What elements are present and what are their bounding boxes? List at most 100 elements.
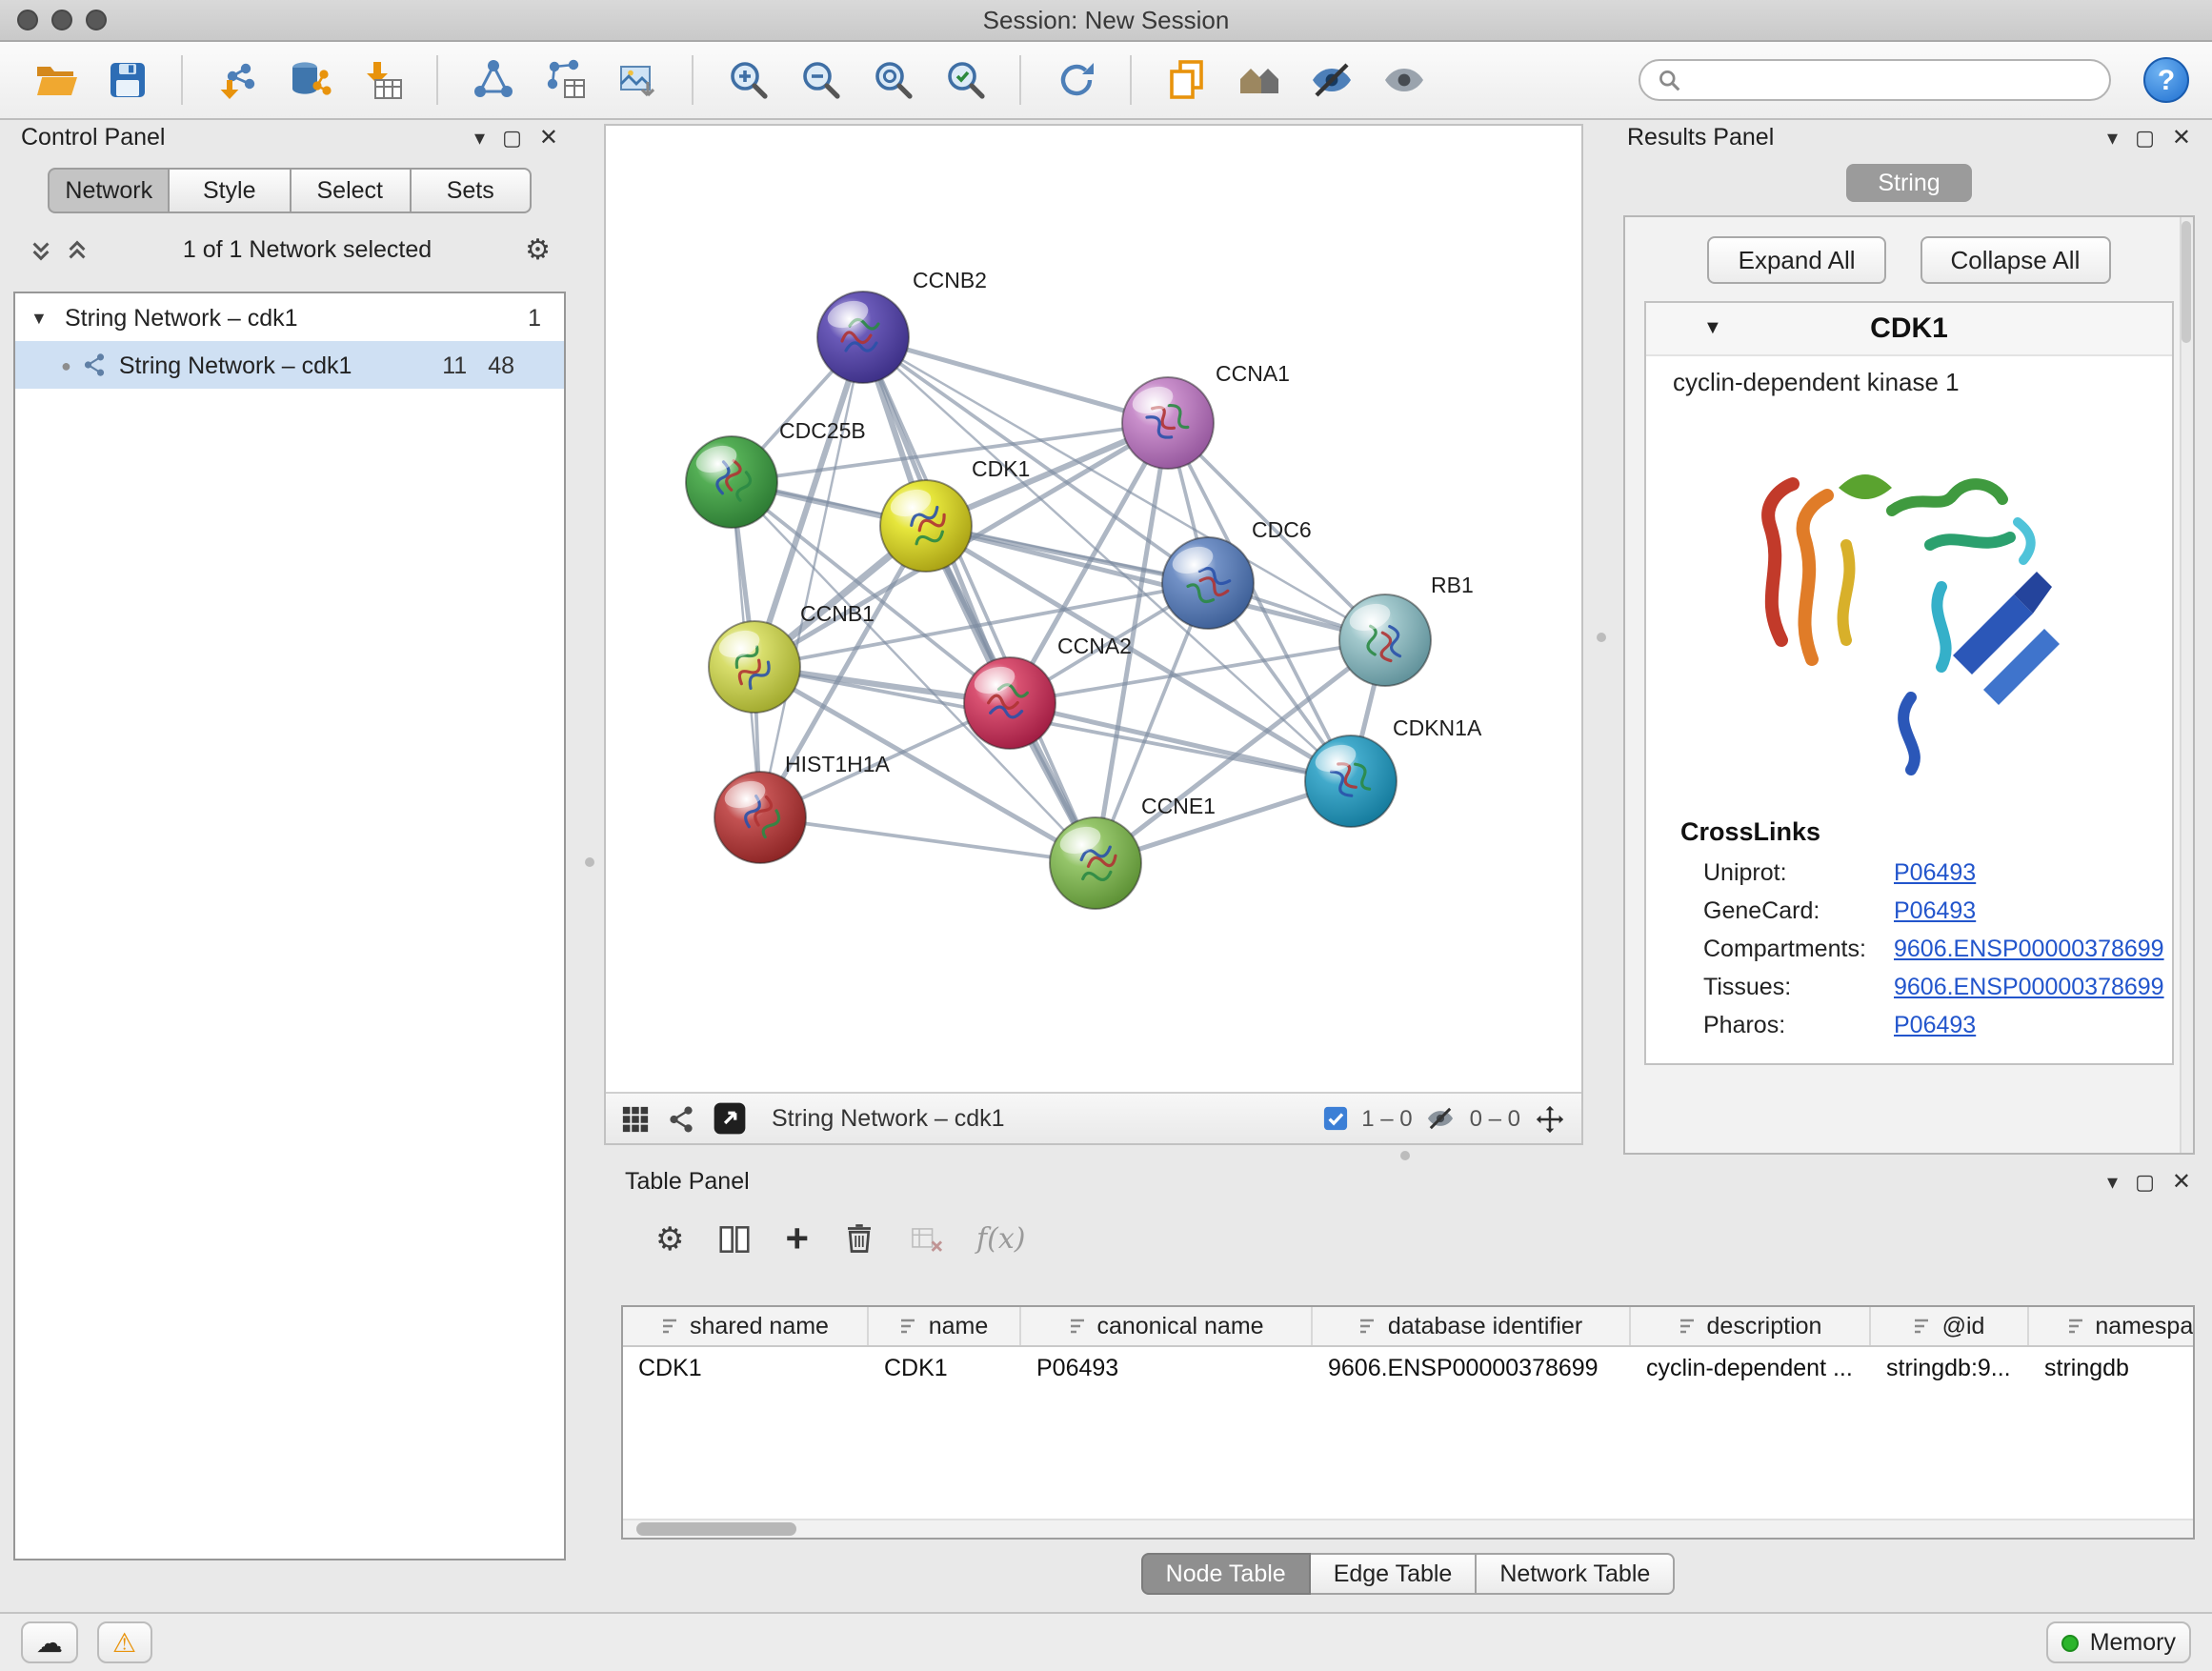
cloud-status-button[interactable]: ☁	[21, 1621, 78, 1663]
horizontal-splitter-handle[interactable]	[1400, 1151, 1410, 1160]
network-node-cdc6[interactable]: CDC6	[1162, 517, 1312, 629]
tab-select[interactable]: Select	[291, 168, 412, 213]
crosslink-value-link[interactable]: P06493	[1894, 897, 1976, 924]
clone-network-button[interactable]	[1155, 51, 1217, 109]
network-canvas[interactable]: CCNB2CCNA1CDC25BCDK1CDC6RB1CCNB1CCNA2CDK…	[606, 126, 1581, 1092]
network-node-cdkn1a[interactable]: CDKN1A	[1305, 715, 1482, 827]
export-image-button[interactable]	[606, 51, 669, 109]
show-all-button[interactable]	[1372, 51, 1435, 109]
tree-expand-icon[interactable]: ▼	[30, 308, 53, 327]
zoom-in-button[interactable]	[716, 51, 779, 109]
crosslink-value-link[interactable]: 9606.ENSP00000378699	[1894, 974, 2164, 1000]
expand-all-button[interactable]: Expand All	[1708, 236, 1886, 284]
node-label-cdc25b: CDC25B	[779, 418, 866, 443]
import-network-from-database-button[interactable]	[278, 51, 341, 109]
panel-close-icon[interactable]: ✕	[2172, 1168, 2191, 1195]
selected-checkbox-icon[interactable]	[1321, 1105, 1348, 1132]
results-scrollbar[interactable]	[2180, 217, 2193, 1153]
network-node-hist1h1a[interactable]: HIST1H1A	[714, 752, 891, 863]
tab-sets[interactable]: Sets	[412, 168, 533, 213]
panel-close-icon[interactable]: ✕	[2172, 124, 2191, 151]
memory-button[interactable]: Memory	[2046, 1621, 2191, 1663]
delete-column-trash-icon[interactable]	[841, 1221, 875, 1256]
network-row-selected[interactable]: ● String Network – cdk1 11 48	[15, 341, 564, 389]
titlebar: Session: New Session	[0, 0, 2212, 42]
scrollbar-thumb[interactable]	[636, 1522, 796, 1536]
panel-collapse-icon[interactable]: ▾	[474, 125, 485, 150]
column-header-name[interactable]: name	[869, 1307, 1021, 1345]
neighborhood-button[interactable]	[1227, 51, 1290, 109]
tab-network-table[interactable]: Network Table	[1477, 1553, 1675, 1595]
crosslink-value-link[interactable]: 9606.ENSP00000378699	[1894, 936, 2164, 962]
column-header-canonical-name[interactable]: canonical name	[1021, 1307, 1313, 1345]
vertical-splitter-handle[interactable]	[585, 857, 594, 867]
clear-table-icon[interactable]	[908, 1220, 944, 1257]
table-options-gear-icon[interactable]: ⚙	[655, 1222, 685, 1255]
column-header-shared-name[interactable]: shared name	[623, 1307, 869, 1345]
network-table-icon	[542, 57, 588, 103]
function-builder-icon[interactable]: f(x)	[976, 1221, 1025, 1256]
import-table-from-file-button[interactable]	[351, 51, 413, 109]
apply-layout-button[interactable]	[1044, 51, 1107, 109]
vertical-splitter-handle[interactable]	[1597, 633, 1606, 642]
zoom-window-button[interactable]	[86, 10, 107, 30]
zoom-selected-button[interactable]	[934, 51, 996, 109]
warnings-button[interactable]: ⚠	[97, 1621, 151, 1663]
grid-view-icon[interactable]	[621, 1104, 650, 1133]
zoom-out-button[interactable]	[789, 51, 852, 109]
search-input[interactable]	[1692, 67, 2092, 93]
column-header-namespace[interactable]: namespace	[2029, 1307, 2195, 1345]
table-row[interactable]: CDK1CDK1P064939606.ENSP00000378699cyclin…	[623, 1347, 2193, 1387]
open-session-button[interactable]	[23, 51, 86, 109]
panel-float-icon[interactable]: ▢	[2135, 125, 2155, 150]
network-node-rb1[interactable]: RB1	[1339, 573, 1474, 686]
toolbar-search[interactable]	[1639, 59, 2111, 101]
pan-move-icon[interactable]	[1534, 1102, 1566, 1135]
hidden-eye-icon[interactable]	[1426, 1103, 1457, 1134]
panel-collapse-icon[interactable]: ▾	[2107, 125, 2118, 150]
create-column-icon[interactable]: +	[786, 1218, 810, 1258]
show-columns-icon[interactable]	[717, 1220, 754, 1257]
tab-style[interactable]: Style	[171, 168, 292, 213]
panel-float-icon[interactable]: ▢	[2135, 1169, 2155, 1194]
tab-node-table[interactable]: Node Table	[1141, 1553, 1311, 1595]
section-expand-icon[interactable]: ▼	[1703, 318, 1722, 339]
network-overview-icon[interactable]	[667, 1104, 695, 1133]
panel-close-icon[interactable]: ✕	[539, 124, 558, 151]
crosslink-value-link[interactable]: P06493	[1894, 1012, 1976, 1038]
import-network-from-file-button[interactable]	[206, 51, 269, 109]
new-network-button[interactable]	[461, 51, 524, 109]
network-node-cdk1[interactable]: CDK1	[880, 456, 1030, 572]
network-options-gear-icon[interactable]: ⚙	[525, 235, 551, 264]
open-in-window-icon[interactable]	[713, 1101, 747, 1136]
network-from-table-button[interactable]	[533, 51, 596, 109]
tab-edge-table[interactable]: Edge Table	[1311, 1553, 1478, 1595]
column-header--id[interactable]: @id	[1871, 1307, 2029, 1345]
panel-float-icon[interactable]: ▢	[502, 125, 522, 150]
column-header-database-identifier[interactable]: database identifier	[1313, 1307, 1631, 1345]
network-collection-row[interactable]: ▼ String Network – cdk1 1	[15, 293, 564, 341]
collapse-all-button[interactable]: Collapse All	[1920, 236, 2111, 284]
help-button[interactable]: ?	[2143, 57, 2189, 103]
table-horizontal-scrollbar[interactable]	[623, 1519, 2193, 1538]
network-view[interactable]: CCNB2CCNA1CDC25BCDK1CDC6RB1CCNB1CCNA2CDK…	[604, 124, 1583, 1145]
crosslinks-list: Uniprot:P06493GeneCard:P06493Compartment…	[1646, 854, 2172, 1044]
tab-string[interactable]: String	[1846, 164, 1972, 202]
network-edges[interactable]	[732, 337, 1385, 863]
column-header-description[interactable]: description	[1631, 1307, 1871, 1345]
save-session-button[interactable]	[95, 51, 158, 109]
tab-network[interactable]: Network	[48, 168, 171, 213]
close-window-button[interactable]	[17, 10, 38, 30]
panel-collapse-icon[interactable]: ▾	[2107, 1169, 2118, 1194]
network-node-ccne1[interactable]: CCNE1	[1050, 794, 1216, 909]
node-section-header[interactable]: ▼ CDK1	[1646, 303, 2172, 356]
zoom-fit-button[interactable]	[861, 51, 924, 109]
table-cell--id: stringdb:9...	[1871, 1347, 2029, 1387]
node-label-ccnb2: CCNB2	[913, 268, 987, 292]
network-node-ccna1[interactable]: CCNA1	[1122, 361, 1290, 469]
crosslink-value-link[interactable]: P06493	[1894, 859, 1976, 886]
expand-all-networks-icon[interactable]	[29, 237, 53, 262]
collapse-all-networks-icon[interactable]	[65, 237, 90, 262]
hide-selected-button[interactable]	[1299, 51, 1362, 109]
minimize-window-button[interactable]	[51, 10, 72, 30]
